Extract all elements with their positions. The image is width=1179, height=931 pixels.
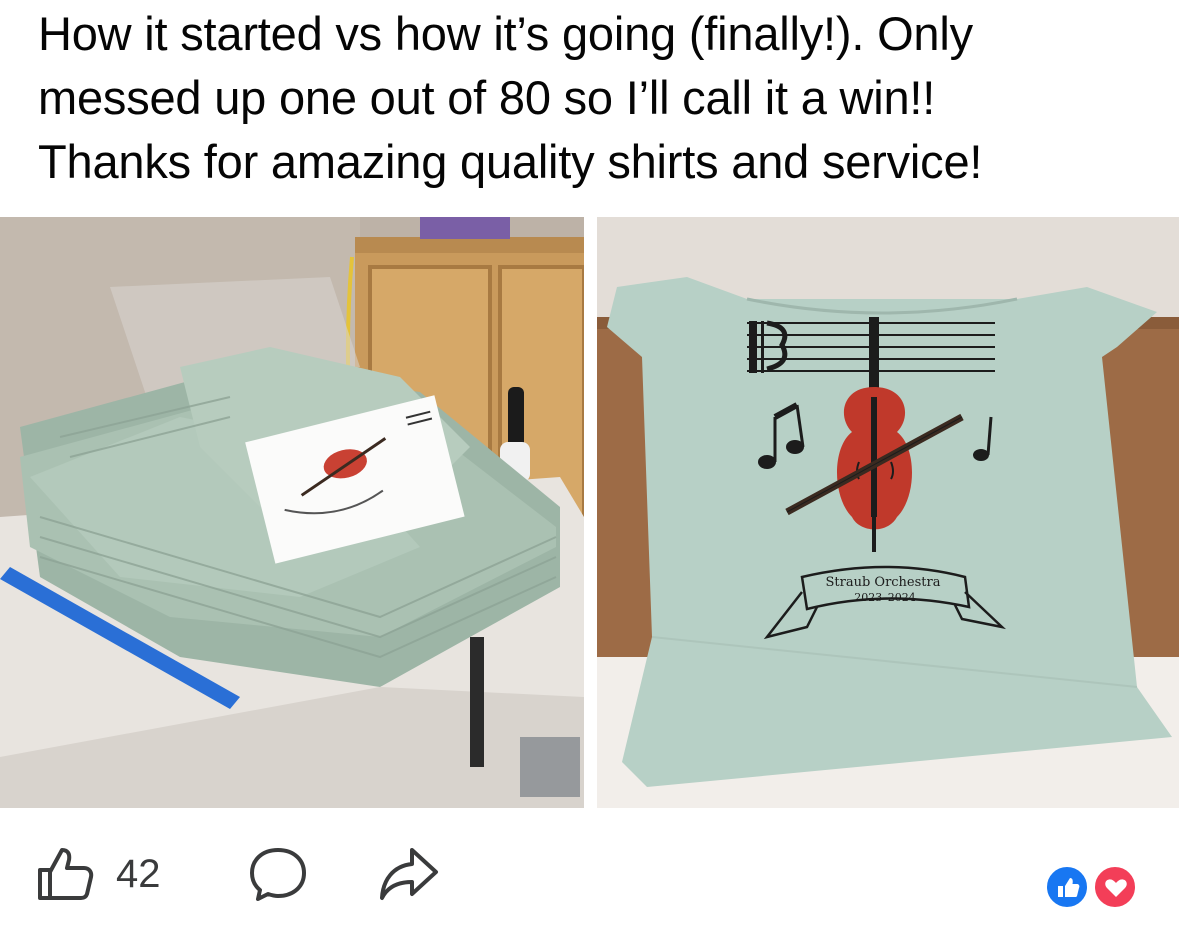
photo-right-scene: Straub Orchestra 2023–2024 [597, 217, 1179, 808]
comment-icon [250, 848, 306, 901]
post-actions: 42 [0, 840, 1179, 910]
post-text-line: How it started vs how it’s going (finall… [38, 7, 973, 60]
reaction-summary[interactable] [1044, 864, 1144, 914]
banner-line-2: 2023–2024 [854, 591, 916, 604]
like-button[interactable]: 42 [36, 844, 176, 904]
photo-right[interactable]: Straub Orchestra 2023–2024 [597, 217, 1179, 808]
love-reaction-icon [1092, 864, 1138, 910]
banner-line-1: Straub Orchestra [825, 575, 940, 590]
share-icon [380, 848, 438, 900]
share-button[interactable] [378, 846, 440, 907]
like-reaction-icon [1044, 864, 1090, 910]
photo-left[interactable] [0, 217, 584, 808]
comment-button[interactable] [248, 846, 308, 907]
post-text-line: messed up one out of 80 so I’ll call it … [38, 71, 936, 124]
post-text: How it started vs how it’s going (finall… [38, 2, 1158, 194]
photo-left-scene [0, 217, 584, 808]
like-count: 42 [116, 852, 161, 896]
thumbs-up-icon [38, 848, 94, 900]
post-text-line: Thanks for amazing quality shirts and se… [38, 135, 983, 188]
